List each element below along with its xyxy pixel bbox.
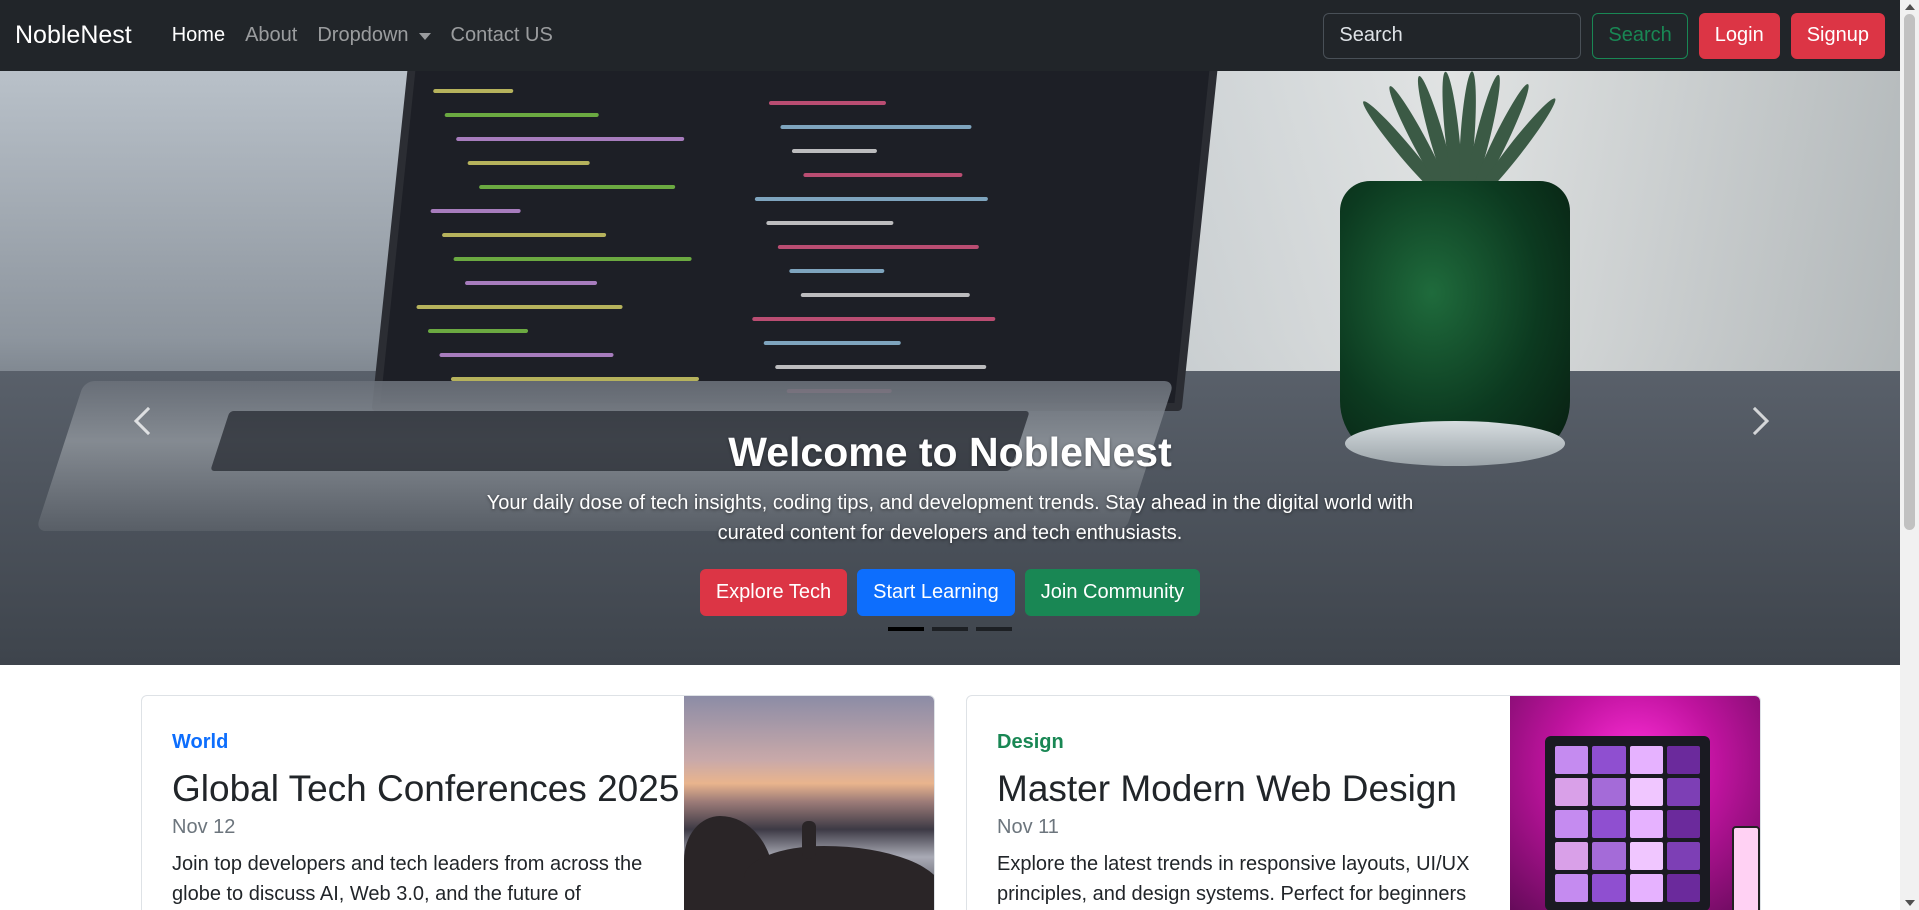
card-date: Nov 12 [172,816,236,838]
nav-link-home[interactable]: Home [162,24,235,47]
photo-tile-shape [1555,874,1589,902]
monitor-shape [1545,736,1710,910]
start-learning-button[interactable]: Start Learning [857,569,1015,616]
code-line-shape [768,101,887,105]
card-category: Design [997,731,1064,753]
search-input[interactable] [1323,12,1582,59]
photo-tile-shape [1666,874,1700,902]
card-title[interactable]: Global Tech Conferences 2025 [172,768,682,810]
featured-card[interactable]: World Global Tech Conferences 2025 Nov 1… [141,695,935,910]
card-image-ocean-rocks[interactable] [684,696,934,910]
carousel-indicator-3[interactable] [976,627,1012,631]
code-line-shape [441,233,607,237]
code-line-shape [455,137,685,141]
card-text: Explore the latest trends in responsive … [997,853,1470,905]
photo-tile-shape [1555,810,1589,838]
card-body: World Global Tech Conferences 2025 Nov 1… [172,731,682,909]
code-line-shape [427,329,529,333]
code-line-shape [754,197,989,201]
carousel-indicator-2[interactable] [932,627,968,631]
search-button[interactable]: Search [1592,12,1688,59]
photo-tile-shape [1629,746,1663,774]
phone-shape [1732,826,1760,910]
photo-tile-shape [1666,778,1700,806]
hero-description: Your daily dose of tech insights, coding… [486,492,1414,544]
join-community-button[interactable]: Join Community [1024,569,1201,616]
scrollbar-thumb[interactable] [1904,14,1915,530]
scroll-down-arrow-icon[interactable] [1905,900,1915,906]
code-line-shape [800,293,971,297]
hero-plant-pot-image [1340,181,1570,461]
code-line-shape [444,113,599,117]
code-line-shape [453,257,692,261]
code-line-shape [478,185,676,189]
monitor-tiles [1555,746,1700,902]
explore-tech-button[interactable]: Explore Tech [699,569,848,616]
hero-laptop-screen-image [371,71,1219,411]
card-date: Nov 11 [997,816,1059,838]
card-title[interactable]: Master Modern Web Design [997,768,1507,810]
hero-buttons: Explore Tech Start Learning Join Communi… [0,569,1900,616]
nav-dropdown-label: Dropdown [317,24,409,46]
page-scrollbar[interactable] [1900,0,1919,910]
code-line-shape [439,353,614,357]
code-line-shape [430,209,521,213]
nav-actions: Search Login Signup [1323,12,1885,59]
rock-shape [744,846,934,910]
photo-tile-shape [1629,842,1663,870]
photo-tile-shape [1592,874,1626,902]
card-text: Join top developers and tech leaders fro… [172,853,643,905]
code-line-shape [433,89,514,93]
photo-tile-shape [1555,842,1589,870]
photo-tile-shape [1555,778,1589,806]
brand-logo[interactable]: NobleNest [15,21,132,50]
nav-dropdown-toggle[interactable]: Dropdown [307,24,440,47]
code-line-shape [775,365,987,369]
photo-tile-shape [1666,842,1700,870]
photo-tile-shape [1555,746,1589,774]
photo-tile-shape [1592,746,1626,774]
code-line-shape [791,149,878,153]
code-line-shape [416,305,623,309]
nav-link-contact[interactable]: Contact US [441,24,563,47]
carousel-indicators [0,627,1900,631]
code-line-shape [789,269,885,273]
code-line-shape [467,161,590,165]
scroll-up-arrow-icon[interactable] [1905,4,1915,10]
featured-card[interactable]: Design Master Modern Web Design Nov 11 E… [966,695,1761,910]
card-body: Design Master Modern Web Design Nov 11 E… [997,731,1507,909]
photo-tile-shape [1666,746,1700,774]
code-line-shape [752,317,996,321]
carousel-indicator-1[interactable] [888,627,924,631]
photo-tile-shape [1666,810,1700,838]
hero-caption: Welcome to NobleNest Your daily dose of … [0,429,1900,616]
code-line-shape [777,245,980,249]
photo-tile-shape [1592,778,1626,806]
person-silhouette [802,821,816,859]
photo-tile-shape [1629,810,1663,838]
top-navbar: NobleNest Home About Dropdown Contact US… [0,0,1900,71]
code-line-shape [766,221,894,225]
caret-down-icon [418,33,431,40]
signup-button[interactable]: Signup [1790,12,1885,59]
hero-carousel: Welcome to NobleNest Your daily dose of … [0,71,1900,665]
card-image-monitor-design[interactable] [1510,696,1760,910]
login-button[interactable]: Login [1698,12,1780,59]
nav-link-about[interactable]: About [235,24,307,47]
card-category: World [172,731,229,753]
photo-tile-shape [1629,874,1663,902]
hero-title: Welcome to NobleNest [728,429,1172,475]
code-line-shape [464,281,598,285]
code-line-shape [803,173,963,177]
code-line-shape [780,125,972,129]
nav-links: Home About Dropdown Contact US [162,24,563,47]
code-line-shape [763,341,901,345]
photo-tile-shape [1592,810,1626,838]
photo-tile-shape [1629,778,1663,806]
photo-tile-shape [1592,842,1626,870]
